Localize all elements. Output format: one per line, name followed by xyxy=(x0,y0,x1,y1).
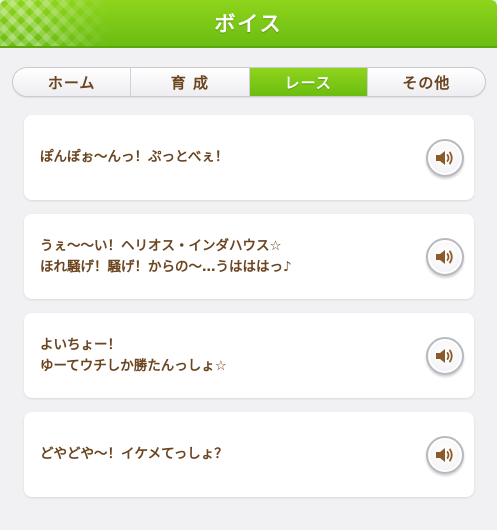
voice-line-text: ぽんぽぉ〜んっ！ぷっとべぇ！ xyxy=(40,115,410,200)
voice-line-text: よいちょー！ ゆーてウチしか勝たんっしょ☆ xyxy=(40,313,410,398)
voice-line-2: ほれ騒げ！騒げ！からの〜…うはははっ♪ xyxy=(40,258,292,275)
speaker-icon xyxy=(436,448,453,462)
voice-panel: ボイス ホーム 育 成 レース その他 ぽんぽぉ〜んっ！ぷっとべぇ！ うぇ〜〜い… xyxy=(0,0,497,530)
speaker-icon xyxy=(436,349,453,363)
voice-line-1: どやどや〜！イケメてっしょ？ xyxy=(40,446,228,462)
page-title: ボイス xyxy=(214,12,283,36)
voice-card: ぽんぽぉ〜んっ！ぷっとべぇ！ xyxy=(24,115,474,200)
voice-line-2: ゆーてウチしか勝たんっしょ☆ xyxy=(40,357,227,374)
voice-card: どやどや〜！イケメてっしょ？ xyxy=(24,412,474,497)
play-voice-button[interactable] xyxy=(426,337,464,375)
speaker-icon xyxy=(436,151,453,165)
play-voice-button[interactable] xyxy=(426,436,464,474)
tab-training[interactable]: 育 成 xyxy=(131,68,250,96)
play-voice-button[interactable] xyxy=(426,238,464,276)
voice-card: よいちょー！ ゆーてウチしか勝たんっしょ☆ xyxy=(24,313,474,398)
tab-other[interactable]: その他 xyxy=(368,68,485,96)
header-bar: ボイス xyxy=(0,0,497,48)
voice-line-text: うぇ〜〜い！ヘリオス・インダハウス☆ ほれ騒げ！騒げ！からの〜…うはははっ♪ xyxy=(40,214,410,299)
tab-race[interactable]: レース xyxy=(249,68,368,96)
tab-bar: ホーム 育 成 レース その他 xyxy=(12,67,486,97)
voice-line-text: どやどや〜！イケメてっしょ？ xyxy=(40,412,410,497)
voice-card: うぇ〜〜い！ヘリオス・インダハウス☆ ほれ騒げ！騒げ！からの〜…うはははっ♪ xyxy=(24,214,474,299)
tab-home[interactable]: ホーム xyxy=(13,68,132,96)
voice-line-1: うぇ〜〜い！ヘリオス・インダハウス☆ xyxy=(40,237,282,254)
voice-line-1: ぽんぽぉ〜んっ！ぷっとべぇ！ xyxy=(40,149,229,165)
speaker-icon xyxy=(436,250,453,264)
voice-line-1: よいちょー！ xyxy=(40,336,121,353)
play-voice-button[interactable] xyxy=(426,139,464,177)
